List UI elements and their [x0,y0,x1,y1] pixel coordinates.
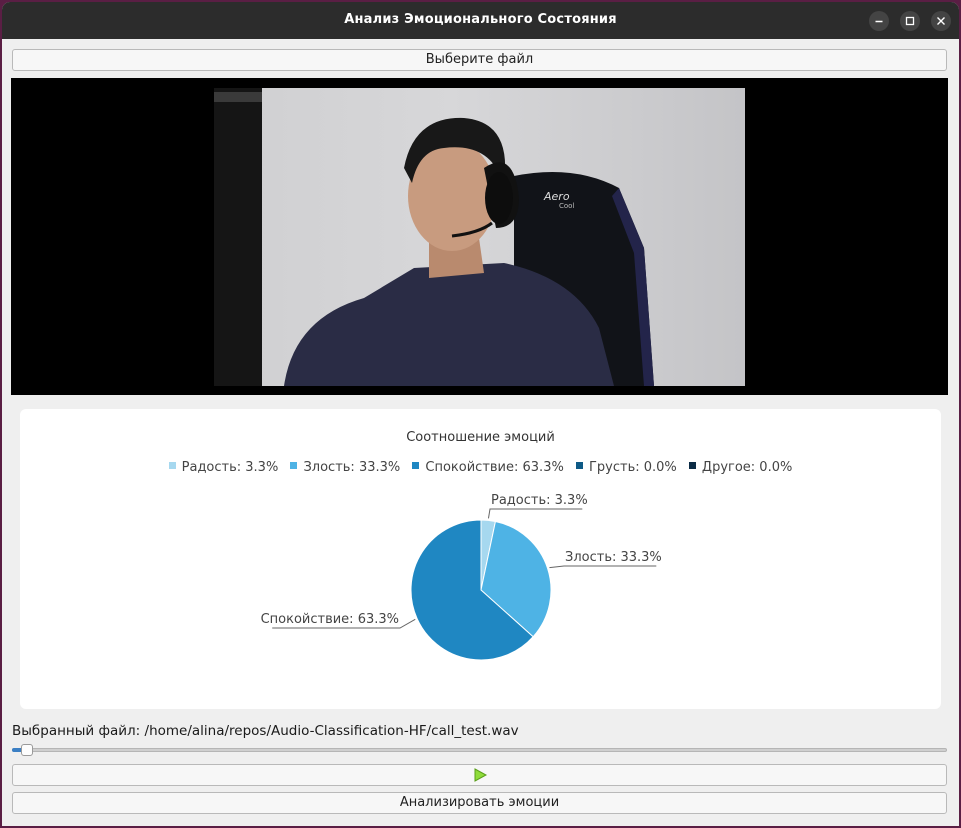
pie-slice-label: Злость: 33.3% [565,550,662,565]
pie-slice-label: Радость: 3.3% [491,493,588,508]
minimize-button[interactable] [869,11,889,31]
title-bar[interactable]: Анализ Эмоционального Состояния [2,2,959,39]
pie-label-leader [549,565,657,569]
emotion-chart-panel: Соотношение эмоций Радость: 3.3% Злость:… [20,409,941,709]
analyze-emotions-button[interactable]: Анализировать эмоции [12,792,947,814]
maximize-icon [905,16,915,26]
video-frame-image: Aero Cool [214,88,654,386]
app-window: Анализ Эмоционального Состояния Выберите… [2,2,959,826]
window-title: Анализ Эмоционального Состояния [344,12,617,27]
pie-label-leader [487,508,583,519]
selected-file-label: Выбранный файл: /home/alina/repos/Audio-… [12,723,519,739]
video-player-area[interactable]: Aero Cool [11,78,948,395]
choose-file-button[interactable]: Выберите файл [12,49,947,71]
pie-chart: Радость: 3.3% Злость: 33.3% Спокойствие: 6… [261,493,662,661]
minimize-icon [875,20,883,23]
play-icon [474,768,487,782]
maximize-button[interactable] [900,11,920,31]
close-icon [937,17,945,25]
playback-slider-track[interactable] [12,748,947,752]
video-frame: Aero Cool [214,88,745,386]
close-button[interactable] [931,11,951,31]
pie-slice-label: Спокойствие: 63.3% [261,612,399,627]
svg-text:Cool: Cool [559,202,574,210]
playback-slider-handle[interactable] [21,744,34,756]
play-button[interactable] [12,764,947,786]
